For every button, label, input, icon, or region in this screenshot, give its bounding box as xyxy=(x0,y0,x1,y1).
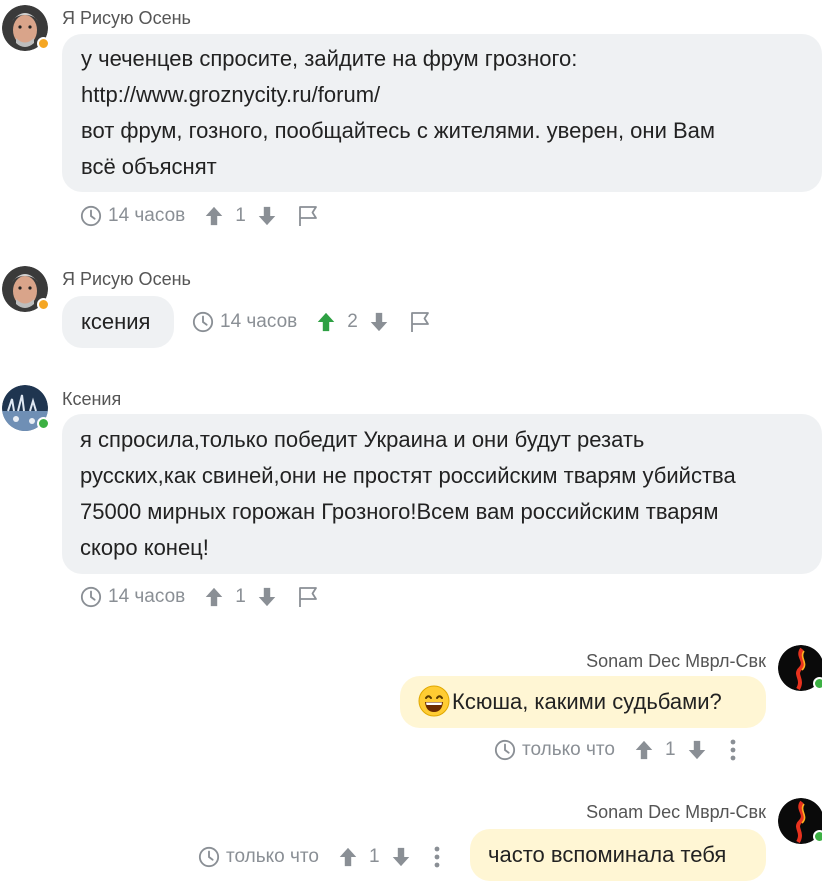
upvote-arrow-icon[interactable] xyxy=(633,739,655,761)
comment-text-line: скоро конец! xyxy=(80,535,209,560)
comment-text-line: всё объяснят xyxy=(81,154,217,179)
report-flag-icon[interactable] xyxy=(296,585,320,609)
avatar[interactable] xyxy=(2,5,50,51)
upvote-arrow-icon[interactable] xyxy=(203,205,225,227)
vote-count: 1 xyxy=(368,846,380,867)
avatar[interactable] xyxy=(2,385,50,431)
comment-text-line: 75000 мирных горожан Грозного!Всем вам р… xyxy=(80,499,719,524)
comment-text-line: русских,как свиней,они не простят россий… xyxy=(80,463,736,488)
comment-meta: только что 1 xyxy=(494,736,736,764)
comment-link[interactable]: http://www.groznycity.ru/forum/ xyxy=(81,77,802,113)
clock-icon xyxy=(80,205,102,227)
comment-feed: Я Рисую Осень у чеченцев спросите, зайди… xyxy=(0,0,822,881)
comment-time: 14 часов xyxy=(108,205,186,226)
author-name[interactable]: Я Рисую Осень xyxy=(62,269,191,290)
clock-icon xyxy=(192,311,214,333)
avatar[interactable] xyxy=(2,266,50,312)
status-indicator-icon xyxy=(37,417,50,430)
vote-count: 1 xyxy=(235,205,246,226)
comment-time: только что xyxy=(522,739,615,760)
downvote-arrow-icon[interactable] xyxy=(390,846,412,868)
comment-time: 14 часов xyxy=(220,311,298,332)
status-indicator-icon xyxy=(813,830,822,843)
downvote-arrow-icon[interactable] xyxy=(686,739,708,761)
comment-bubble: ксения xyxy=(62,296,174,348)
author-name[interactable]: Sonam Dec Мврл-Свк xyxy=(586,802,766,823)
comment-bubble: я спросила,только победит Украина и они … xyxy=(62,414,822,574)
comment-text-line: ксения xyxy=(81,309,151,334)
comment-bubble: у чеченцев спросите, зайдите на фрум гро… xyxy=(62,34,822,192)
avatar[interactable] xyxy=(778,798,822,844)
upvote-arrow-icon[interactable] xyxy=(337,846,359,868)
author-name[interactable]: Ксения xyxy=(62,389,121,410)
comment-text-line: я спросила,только победит Украина и они … xyxy=(80,427,645,452)
downvote-arrow-icon[interactable] xyxy=(256,205,278,227)
comment-text: Ксюша, какими судьбами? xyxy=(452,689,722,714)
vote-count: 1 xyxy=(664,739,676,760)
status-indicator-icon xyxy=(37,37,50,50)
comment-time: только что xyxy=(226,846,319,867)
report-flag-icon[interactable] xyxy=(296,204,320,228)
comment-bubble: часто вспоминала тебя xyxy=(470,829,766,881)
avatar[interactable] xyxy=(778,645,822,691)
comment-text-line: у чеченцев спросите, зайдите на фрум гро… xyxy=(81,46,578,71)
vote-count: 2 xyxy=(347,311,358,332)
comment-meta: только что 1 xyxy=(198,843,440,871)
downvote-arrow-icon[interactable] xyxy=(256,586,278,608)
comment-meta: 14 часов 1 xyxy=(80,583,320,611)
vote-count: 1 xyxy=(235,586,246,607)
downvote-arrow-icon[interactable] xyxy=(368,311,390,333)
author-name[interactable]: Я Рисую Осень xyxy=(62,8,191,29)
report-flag-icon[interactable] xyxy=(408,310,432,334)
status-indicator-icon xyxy=(37,298,50,311)
status-indicator-icon xyxy=(813,677,822,690)
comment-text: часто вспоминала тебя xyxy=(488,842,727,867)
author-name[interactable]: Sonam Dec Мврл-Свк xyxy=(586,651,766,672)
clock-icon xyxy=(80,586,102,608)
more-options-icon[interactable] xyxy=(730,739,736,761)
clock-icon xyxy=(494,739,516,761)
grinning-face-icon xyxy=(418,685,450,717)
comment-text-line: вот фрум, гозного, пообщайтесь с жителям… xyxy=(81,118,716,143)
clock-icon xyxy=(198,846,220,868)
more-options-icon[interactable] xyxy=(434,846,440,868)
comment-meta: 14 часов 1 xyxy=(80,202,320,230)
upvote-arrow-icon[interactable] xyxy=(315,311,337,333)
comment-bubble: Ксюша, какими судьбами? xyxy=(400,676,766,728)
upvote-arrow-icon[interactable] xyxy=(203,586,225,608)
comment-meta: 14 часов 2 xyxy=(192,308,432,336)
comment-time: 14 часов xyxy=(108,586,186,607)
